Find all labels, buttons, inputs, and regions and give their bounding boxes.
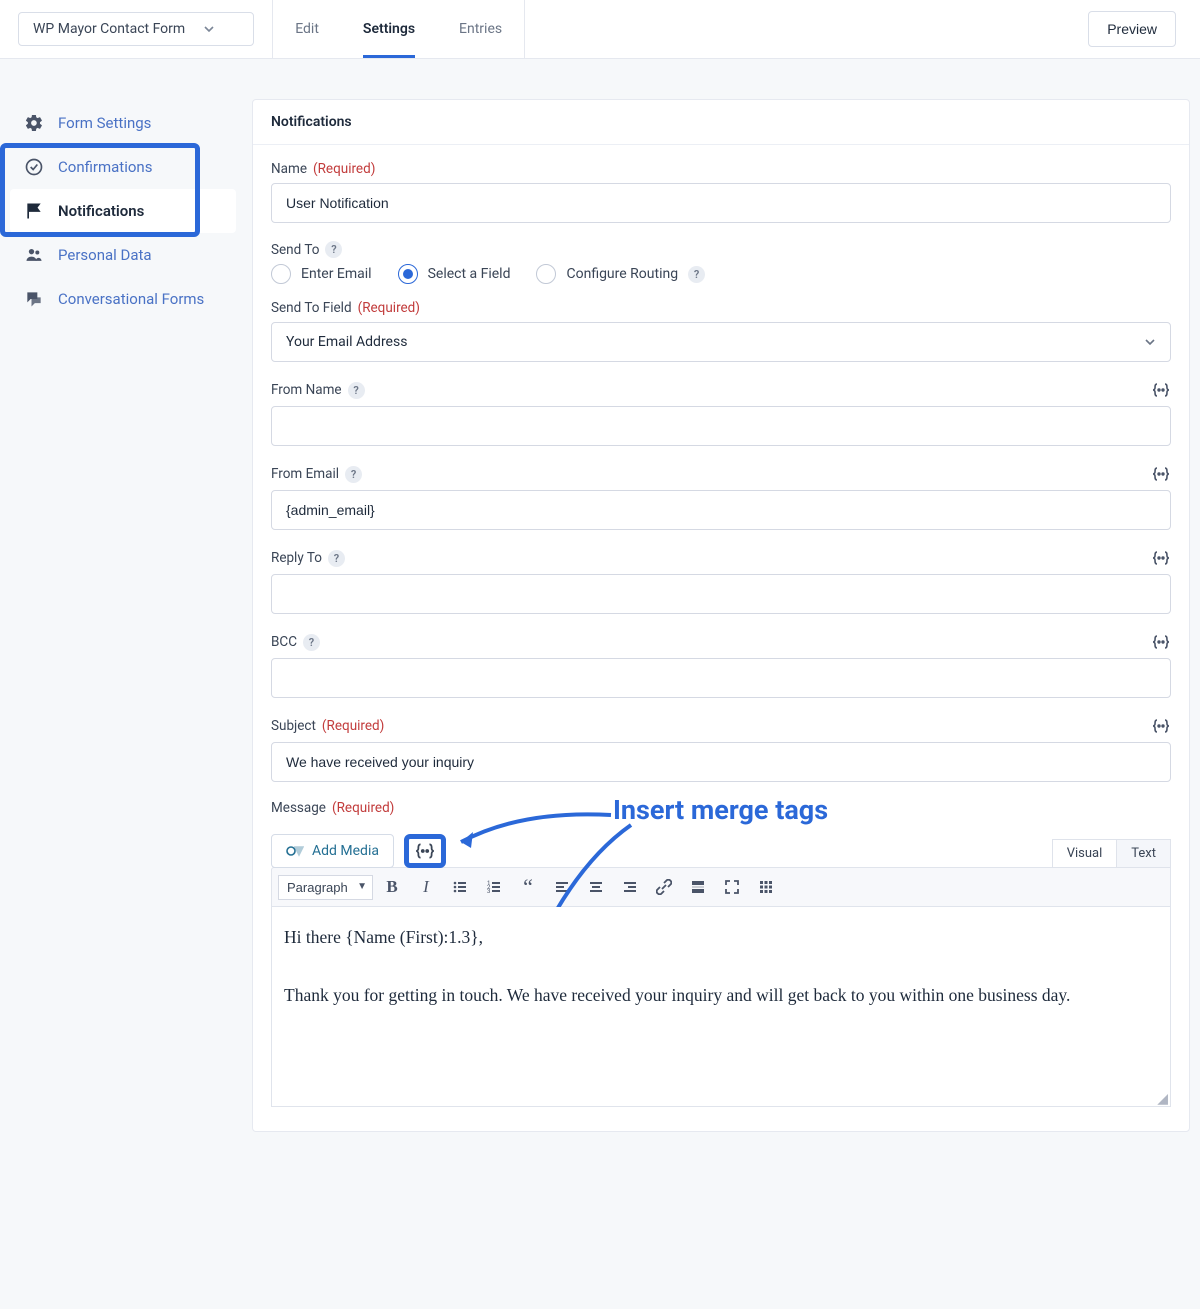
help-icon[interactable]: ? <box>325 241 342 258</box>
send-to-field-select[interactable]: Your Email Address <box>271 322 1171 362</box>
merge-tags-icon[interactable] <box>1151 548 1171 568</box>
from-name-input[interactable] <box>271 406 1171 446</box>
sidebar-item-label: Form Settings <box>58 114 151 132</box>
tab-edit[interactable]: Edit <box>273 0 341 58</box>
chevron-down-icon <box>1144 336 1156 348</box>
fullscreen-button[interactable] <box>717 872 747 902</box>
required-indicator: (Required) <box>332 800 394 816</box>
topbar: WP Mayor Contact Form Edit Settings Entr… <box>0 0 1200 59</box>
bcc-input[interactable] <box>271 658 1171 698</box>
italic-button[interactable]: I <box>411 872 441 902</box>
people-icon <box>24 245 44 265</box>
editor-toolbar: Paragraph ▼ B I 123 “ <box>271 867 1171 907</box>
bcc-label: BCC <box>271 634 297 650</box>
sidebar-item-notifications[interactable]: Notifications <box>10 189 236 233</box>
merge-tags-icon[interactable] <box>1151 632 1171 652</box>
bullet-list-button[interactable] <box>445 872 475 902</box>
tab-entries[interactable]: Entries <box>437 0 524 58</box>
form-selector[interactable]: WP Mayor Contact Form <box>18 12 254 46</box>
chevron-down-icon <box>203 23 215 35</box>
panel-title: Notifications <box>253 100 1189 145</box>
sidebar-item-conversational-forms[interactable]: Conversational Forms <box>10 277 236 321</box>
tab-settings[interactable]: Settings <box>341 0 437 58</box>
name-label: Name <box>271 161 307 177</box>
svg-text:3: 3 <box>487 888 490 895</box>
read-more-button[interactable] <box>683 872 713 902</box>
sidebar-item-label: Conversational Forms <box>58 290 204 308</box>
reply-to-input[interactable] <box>271 574 1171 614</box>
reply-to-label: Reply To <box>271 550 322 566</box>
format-select[interactable]: Paragraph <box>278 875 373 900</box>
check-circle-icon <box>24 157 44 177</box>
sidebar: Form Settings Confirmations Notification… <box>10 99 236 321</box>
message-merge-tags-button[interactable] <box>404 834 446 868</box>
message-line-1: Hi there {Name (First):1.3}, <box>284 923 1158 953</box>
from-name-label: From Name <box>271 382 342 398</box>
align-center-button[interactable] <box>581 872 611 902</box>
from-email-label: From Email <box>271 466 339 482</box>
help-icon[interactable]: ? <box>303 634 320 651</box>
radio-icon <box>271 264 291 284</box>
notifications-panel: Notifications Name (Required) Send To ? <box>252 99 1190 1132</box>
editor-tab-visual[interactable]: Visual <box>1052 839 1118 868</box>
help-icon[interactable]: ? <box>328 550 345 567</box>
subject-label: Subject <box>271 718 316 734</box>
send-to-field-label: Send To Field <box>271 300 352 316</box>
help-icon[interactable]: ? <box>348 382 365 399</box>
sidebar-item-label: Notifications <box>58 202 144 220</box>
resize-handle[interactable]: ◢ <box>1157 1096 1168 1104</box>
align-left-button[interactable] <box>547 872 577 902</box>
radio-icon <box>398 264 418 284</box>
help-icon[interactable]: ? <box>345 466 362 483</box>
send-to-select-field[interactable]: Select a Field <box>398 264 511 284</box>
subject-input[interactable] <box>271 742 1171 782</box>
send-to-enter-email[interactable]: Enter Email <box>271 264 372 284</box>
toolbar-toggle-button[interactable] <box>751 872 781 902</box>
required-indicator: (Required) <box>322 718 384 734</box>
add-media-button[interactable]: Add Media <box>271 834 394 868</box>
send-to-label: Send To <box>271 242 319 258</box>
gear-icon <box>24 113 44 133</box>
bold-button[interactable]: B <box>377 872 407 902</box>
merge-tags-icon[interactable] <box>1151 464 1171 484</box>
sidebar-item-confirmations[interactable]: Confirmations <box>10 145 236 189</box>
message-label: Message <box>271 800 326 816</box>
required-indicator: (Required) <box>358 300 420 316</box>
merge-tags-icon[interactable] <box>1151 716 1171 736</box>
required-indicator: (Required) <box>313 161 375 177</box>
from-email-input[interactable] <box>271 490 1171 530</box>
preview-button[interactable]: Preview <box>1088 11 1176 47</box>
flag-icon <box>24 201 44 221</box>
editor-tab-text[interactable]: Text <box>1117 839 1171 868</box>
name-input[interactable] <box>271 183 1171 223</box>
align-right-button[interactable] <box>615 872 645 902</box>
sidebar-item-label: Personal Data <box>58 246 152 264</box>
message-editor[interactable]: Hi there {Name (First):1.3}, Thank you f… <box>271 907 1171 1107</box>
form-selector-label: WP Mayor Contact Form <box>33 21 185 37</box>
sidebar-item-form-settings[interactable]: Form Settings <box>10 101 236 145</box>
chat-icon <box>24 289 44 309</box>
numbered-list-button[interactable]: 123 <box>479 872 509 902</box>
blockquote-button[interactable]: “ <box>513 872 543 902</box>
radio-icon <box>536 264 556 284</box>
sidebar-item-personal-data[interactable]: Personal Data <box>10 233 236 277</box>
top-tabs: Edit Settings Entries <box>272 0 525 58</box>
send-to-configure-routing[interactable]: Configure Routing ? <box>536 264 705 284</box>
media-icon <box>286 843 304 859</box>
help-icon[interactable]: ? <box>688 266 705 283</box>
merge-tags-icon[interactable] <box>1151 380 1171 400</box>
sidebar-item-label: Confirmations <box>58 158 152 176</box>
link-button[interactable] <box>649 872 679 902</box>
message-line-2: Thank you for getting in touch. We have … <box>284 981 1158 1011</box>
